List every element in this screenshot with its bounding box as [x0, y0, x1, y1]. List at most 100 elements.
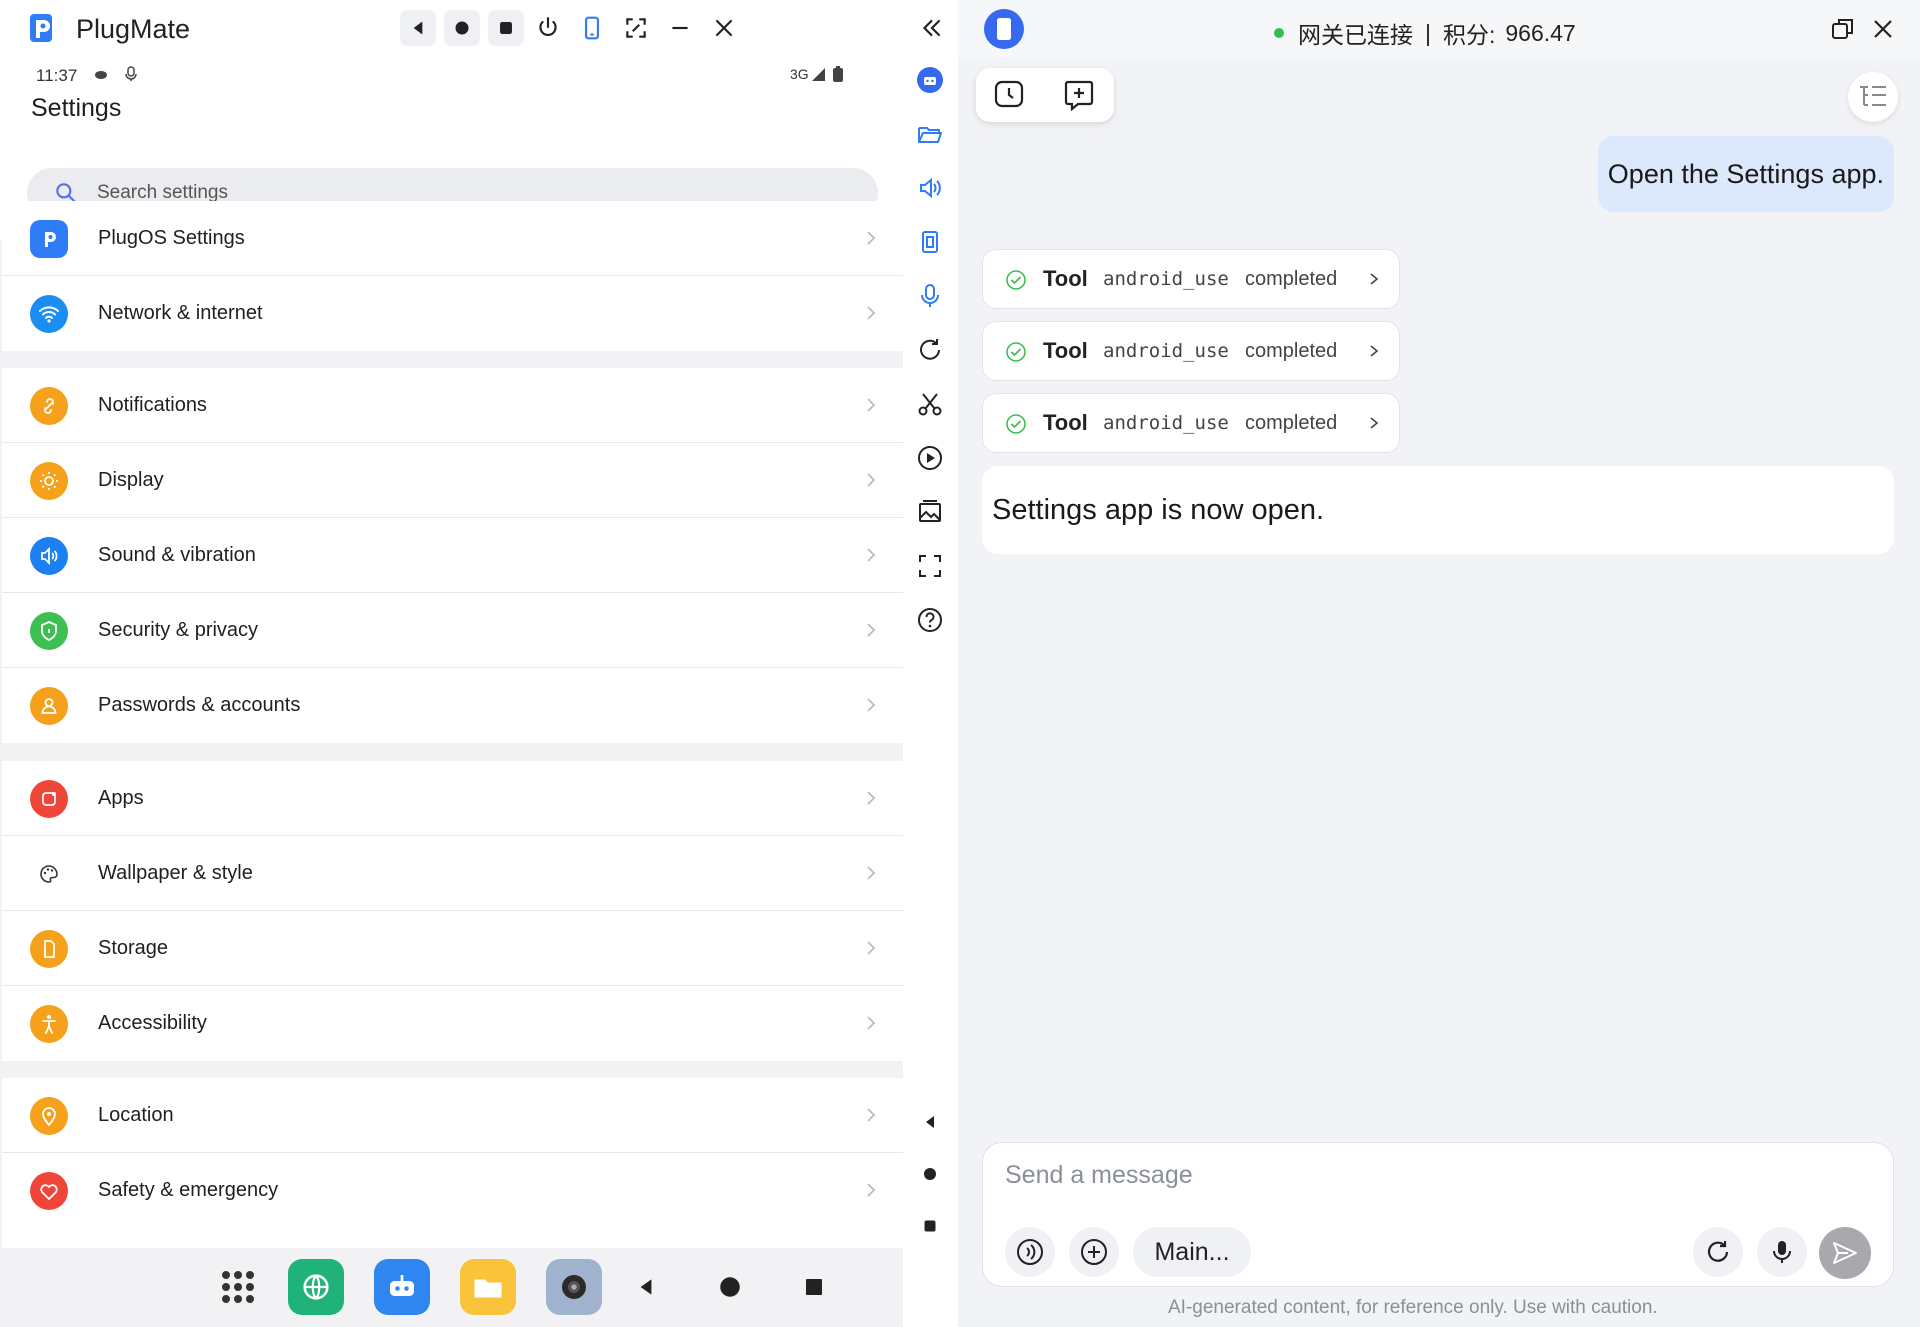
settings-item-label: Security & privacy — [98, 618, 259, 641]
accessibility-icon — [30, 1005, 68, 1043]
triangle-left-icon — [926, 1116, 934, 1128]
user-message-text: Open the Settings app. — [1607, 158, 1884, 189]
recents-button[interactable] — [488, 10, 524, 46]
ai-assistant-button[interactable] — [912, 62, 948, 98]
phone-icon — [584, 16, 600, 40]
history-icon[interactable] — [992, 78, 1026, 112]
heart-icon — [30, 1172, 68, 1210]
tool-name: android_use — [1103, 268, 1229, 290]
settings-item-apps[interactable]: Apps — [2, 761, 903, 836]
side-home-button[interactable] — [912, 1156, 948, 1192]
nav-back-button[interactable] — [618, 1259, 674, 1315]
list-tree-icon — [1860, 86, 1886, 106]
volume-button[interactable] — [912, 170, 948, 206]
message-input[interactable]: Send a message — [1005, 1161, 1193, 1190]
nav-home-button[interactable] — [702, 1259, 758, 1315]
settings-item-label: Wallpaper & style — [98, 861, 253, 884]
app-title: PlugMate — [76, 14, 191, 44]
double-chevron-left-icon — [922, 19, 941, 37]
location-pin-icon — [30, 1097, 68, 1135]
settings-item-wallpaper[interactable]: Wallpaper & style — [2, 836, 903, 911]
title-bar: PlugMate — [0, 0, 957, 56]
wifi-icon — [30, 295, 68, 333]
tool-name: android_use — [1103, 340, 1229, 362]
battery-icon — [833, 66, 843, 82]
settings-item-storage[interactable]: Storage — [2, 911, 903, 986]
settings-group-device: Notifications Display Sound & vibration — [2, 368, 903, 743]
settings-item-network[interactable]: Network & internet — [2, 276, 903, 351]
regenerate-button[interactable] — [1693, 1227, 1743, 1277]
speaker-icon — [920, 177, 941, 199]
microphone-button[interactable] — [912, 278, 948, 314]
mic-button[interactable] — [1757, 1227, 1807, 1277]
outline-button[interactable] — [1848, 72, 1898, 122]
tool-call-card[interactable]: Tool android_use completed — [982, 393, 1400, 453]
files-app-icon[interactable] — [460, 1259, 516, 1315]
shield-icon — [30, 612, 68, 650]
collapse-panel-button[interactable] — [914, 10, 950, 46]
settings-item-display[interactable]: Display — [2, 443, 903, 518]
scissors-icon — [918, 393, 942, 416]
settings-item-security[interactable]: Security & privacy — [2, 593, 903, 668]
settings-item-safety[interactable]: Safety & emergency — [2, 1153, 903, 1228]
clipboard-button[interactable] — [912, 224, 948, 260]
copy-icon — [922, 231, 938, 253]
browser-app-icon[interactable] — [288, 1259, 344, 1315]
device-button[interactable] — [984, 9, 1024, 49]
app-drawer-button[interactable] — [210, 1259, 266, 1315]
popout-window-icon[interactable] — [1828, 14, 1858, 44]
settings-item-label: PlugOS Settings — [98, 226, 245, 249]
settings-group-safety: Location Safety & emergency — [2, 1078, 903, 1248]
circle-icon — [720, 1277, 740, 1297]
circle-icon — [924, 1168, 936, 1180]
expand-button[interactable] — [618, 10, 654, 46]
settings-item-passwords[interactable]: Passwords & accounts — [2, 668, 903, 743]
separator: | — [1425, 19, 1431, 46]
minimize-button[interactable] — [662, 10, 698, 46]
ai-disclaimer: AI-generated content, for reference only… — [1168, 1297, 1658, 1318]
chat-toolbar — [976, 68, 1114, 122]
expand-icon — [626, 18, 646, 38]
palette-icon — [30, 855, 68, 893]
close-chat-icon[interactable] — [1868, 14, 1898, 44]
settings-item-accessibility[interactable]: Accessibility — [2, 986, 903, 1061]
voice-mode-button[interactable] — [1005, 1227, 1055, 1277]
help-button[interactable] — [912, 602, 948, 638]
settings-item-plugos[interactable]: PlugOS Settings — [2, 201, 903, 276]
rotate-button[interactable] — [912, 332, 948, 368]
chevron-right-icon — [867, 623, 876, 637]
tool-call-card[interactable]: Tool android_use completed — [982, 321, 1400, 381]
status-time: 11:37 — [36, 66, 78, 85]
nav-recents-button[interactable] — [786, 1259, 842, 1315]
power-button[interactable] — [530, 10, 566, 46]
settings-item-location[interactable]: Location — [2, 1078, 903, 1153]
phone-mode-button[interactable] — [574, 10, 610, 46]
record-button[interactable] — [912, 440, 948, 476]
side-recents-button[interactable] — [912, 1208, 948, 1244]
send-button[interactable] — [1819, 1227, 1871, 1279]
side-back-button[interactable] — [912, 1104, 948, 1140]
home-button[interactable] — [444, 10, 480, 46]
camera-app-icon[interactable] — [546, 1259, 602, 1315]
new-chat-icon[interactable] — [1062, 78, 1096, 112]
play-circle-icon — [918, 446, 942, 470]
tool-call-card[interactable]: Tool android_use completed — [982, 249, 1400, 309]
screenshot-cut-button[interactable] — [912, 386, 948, 422]
open-folder-button[interactable] — [912, 116, 948, 152]
mic-status-icon — [125, 66, 137, 81]
back-button[interactable] — [400, 10, 436, 46]
status-bar: 11:37 3G — [0, 56, 903, 92]
plugmate-window: PlugMate 11:37 3G Settings Search settin… — [0, 0, 957, 1327]
settings-item-notifications[interactable]: Notifications — [2, 368, 903, 443]
attach-button[interactable] — [1069, 1227, 1119, 1277]
settings-item-sound[interactable]: Sound & vibration — [2, 518, 903, 593]
model-selector[interactable]: Main... — [1133, 1227, 1251, 1277]
gallery-button[interactable] — [912, 494, 948, 530]
fullscreen-button[interactable] — [912, 548, 948, 584]
close-button[interactable] — [706, 10, 742, 46]
robot-app-icon[interactable] — [374, 1259, 430, 1315]
side-toolbar — [903, 56, 957, 1327]
chevron-right-icon — [867, 231, 876, 245]
tool-status: completed — [1245, 411, 1338, 434]
plus-circle-icon — [1081, 1239, 1107, 1265]
